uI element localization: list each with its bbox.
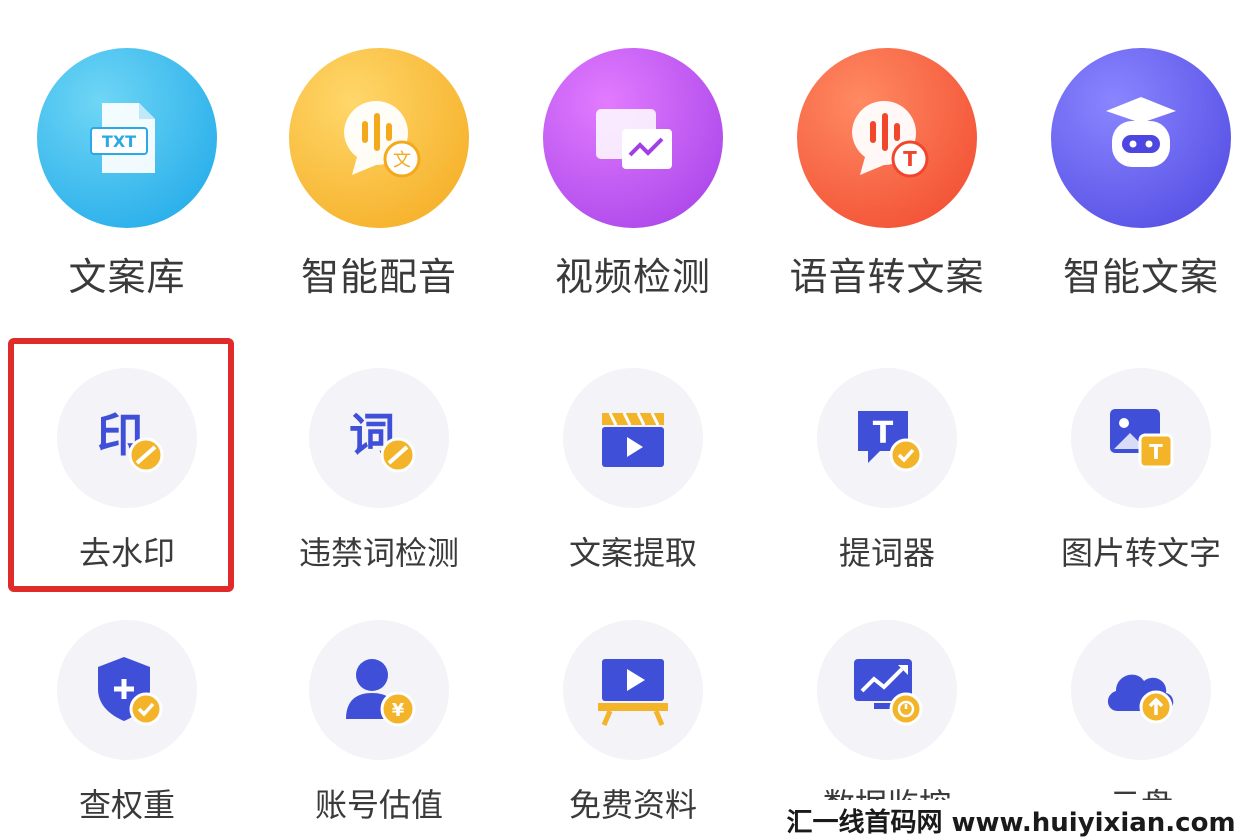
data-monitor-icon [817,620,957,760]
tool-label: 账号估值 [314,786,443,824]
voice-dubbing-icon: 文 [289,48,469,228]
tool-label: 智能文案 [1062,255,1219,299]
tool-free-materials[interactable]: 免费资料 [506,620,760,826]
tool-label: 图片转文字 [1060,534,1221,572]
svg-text:TXT: TXT [102,132,136,151]
svg-text:¥: ¥ [392,700,405,721]
video-board-icon [563,620,703,760]
svg-text:文: 文 [393,150,411,171]
tool-check-weight[interactable]: 查权重 [0,620,254,826]
cloud-drive-icon [1071,620,1211,760]
tool-smart-dubbing[interactable]: 文 智能配音 [252,48,506,301]
teleprompter-icon: T [817,368,957,508]
tool-label: 智能配音 [300,255,457,299]
account-value-icon: ¥ [309,620,449,760]
tool-label: 文案提取 [568,534,697,572]
tool-label: 文案库 [68,255,186,299]
banned-word-icon: 词 [309,368,449,508]
site-watermark: 汇一线首码网 www.huiyixian.com [782,800,1240,840]
speech-to-text-icon: T [797,48,977,228]
tool-grid: TXT 文案库 文 智能配音 视频检测 T 语音转文案 智能文案 印 去水印 词… [0,0,1240,840]
svg-text:T: T [1149,440,1163,464]
tool-banned-word-check[interactable]: 词 违禁词检测 [252,368,506,574]
tool-video-check[interactable]: 视频检测 [506,48,760,301]
tool-label: 违禁词检测 [298,534,459,572]
tool-account-valuation[interactable]: ¥ 账号估值 [252,620,506,826]
tool-label: 去水印 [78,534,175,572]
robot-graduate-icon [1051,48,1231,228]
tool-remove-watermark[interactable]: 印 去水印 [0,368,254,574]
image-to-text-icon: T [1071,368,1211,508]
tool-speech-to-text[interactable]: T 语音转文案 [760,48,1014,301]
tool-data-monitor[interactable]: 数据监控 [760,620,1014,826]
svg-text:T: T [873,416,894,451]
svg-text:T: T [903,147,917,171]
tool-label: 语音转文案 [789,255,985,299]
video-check-icon [543,48,723,228]
tool-copy-library[interactable]: TXT 文案库 [0,48,254,301]
tool-teleprompter[interactable]: T 提词器 [760,368,1014,574]
txt-document-icon: TXT [37,48,217,228]
tool-label: 免费资料 [568,786,697,824]
remove-watermark-icon: 印 [57,368,197,508]
tool-label: 提词器 [838,534,935,572]
tool-label: 视频检测 [554,255,711,299]
clapperboard-icon [563,368,703,508]
shield-check-icon [57,620,197,760]
tool-copy-extract[interactable]: 文案提取 [506,368,760,574]
tool-cloud-drive[interactable]: 云盘 [1014,620,1240,826]
tool-label: 查权重 [78,786,175,824]
tool-image-to-text[interactable]: T 图片转文字 [1014,368,1240,574]
tool-smart-copy[interactable]: 智能文案 [1014,48,1240,301]
